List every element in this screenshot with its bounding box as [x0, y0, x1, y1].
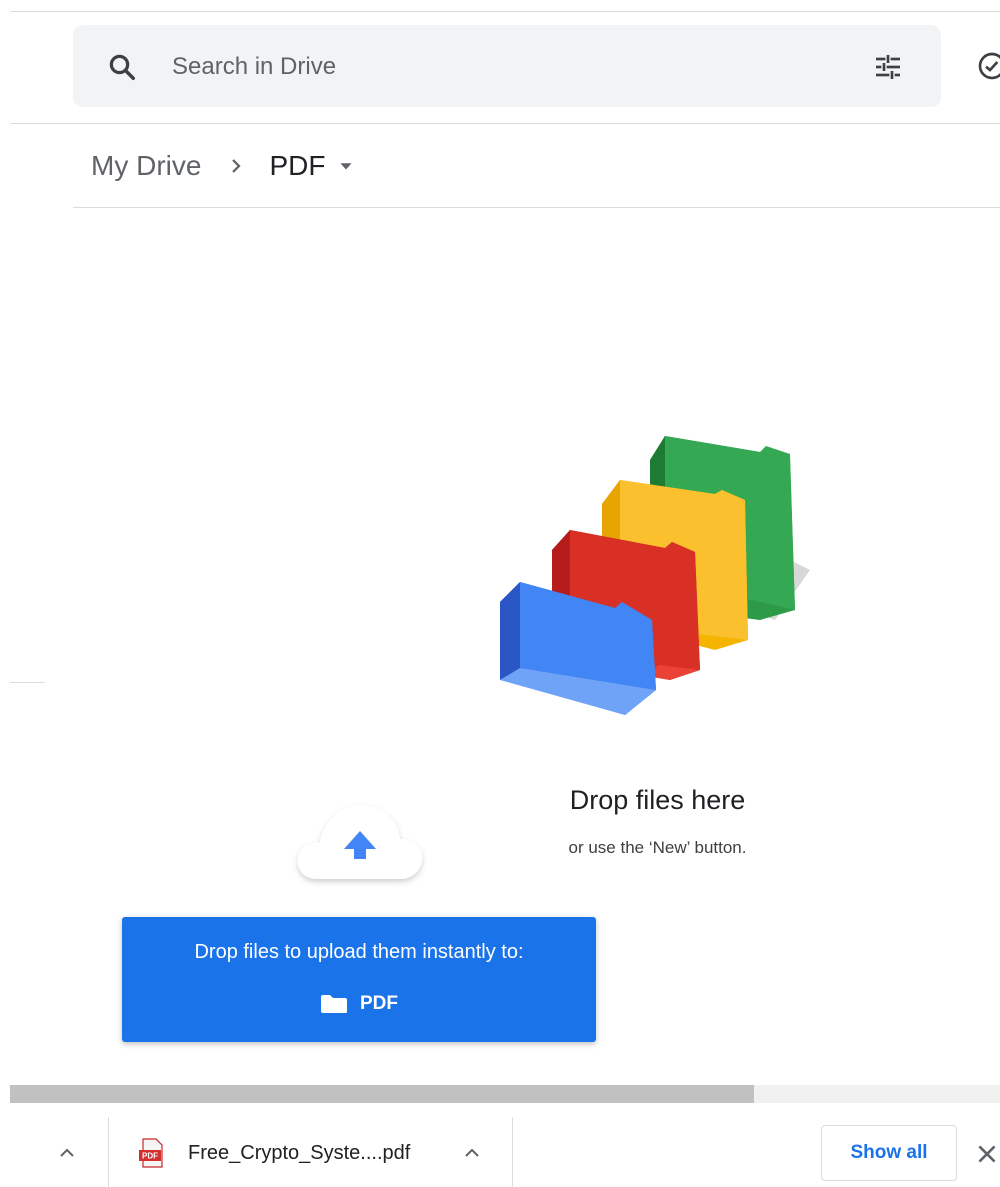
chevron-up-icon[interactable]	[55, 1141, 79, 1165]
search-icon[interactable]	[107, 52, 137, 82]
shelf-divider	[108, 1117, 109, 1187]
upload-target: PDF	[122, 993, 596, 1015]
upload-target-folder-name: PDF	[360, 993, 398, 1014]
cloud-upload-icon	[297, 805, 423, 879]
download-shelf: PDF Free_Crypto_Syste....pdf Show all	[0, 1105, 1000, 1187]
search-bar[interactable]: Search in Drive	[73, 25, 941, 107]
breadcrumb: My Drive PDF	[91, 146, 353, 186]
sidebar-edge-divider	[10, 682, 45, 683]
top-divider	[10, 11, 1000, 12]
empty-state-title: Drop files here	[569, 785, 746, 815]
caret-down-icon	[340, 163, 353, 170]
drive-page: Search in Drive My Drive PDF Drop files …	[0, 0, 1000, 1187]
chevron-right-icon	[232, 159, 242, 173]
breadcrumb-divider	[73, 207, 1000, 208]
shelf-divider	[512, 1117, 513, 1187]
pdf-file-icon: PDF	[139, 1138, 163, 1168]
search-input[interactable]: Search in Drive	[172, 53, 336, 81]
breadcrumb-current-label: PDF	[269, 150, 326, 181]
close-icon[interactable]	[974, 1141, 1000, 1167]
offline-status-icon[interactable]	[976, 50, 1000, 82]
chevron-up-icon[interactable]	[460, 1141, 484, 1165]
upload-drop-banner: Drop files to upload them instantly to: …	[122, 917, 596, 1042]
horizontal-scrollbar[interactable]	[10, 1085, 1000, 1103]
header-divider	[10, 123, 1000, 124]
download-item-filename[interactable]: Free_Crypto_Syste....pdf	[188, 1142, 410, 1165]
folder-icon	[321, 995, 347, 1013]
breadcrumb-current-folder[interactable]: PDF	[269, 150, 353, 182]
upload-banner-text: Drop files to upload them instantly to:	[194, 941, 524, 963]
svg-text:PDF: PDF	[142, 1152, 158, 1161]
show-all-button[interactable]: Show all	[821, 1125, 957, 1181]
scrollbar-thumb[interactable]	[10, 1085, 754, 1103]
tune-icon[interactable]	[872, 51, 904, 83]
breadcrumb-my-drive[interactable]: My Drive	[91, 150, 201, 182]
empty-state-subtitle: or use the ‘New’ button.	[568, 838, 747, 857]
empty-folders-illustration	[500, 436, 810, 715]
